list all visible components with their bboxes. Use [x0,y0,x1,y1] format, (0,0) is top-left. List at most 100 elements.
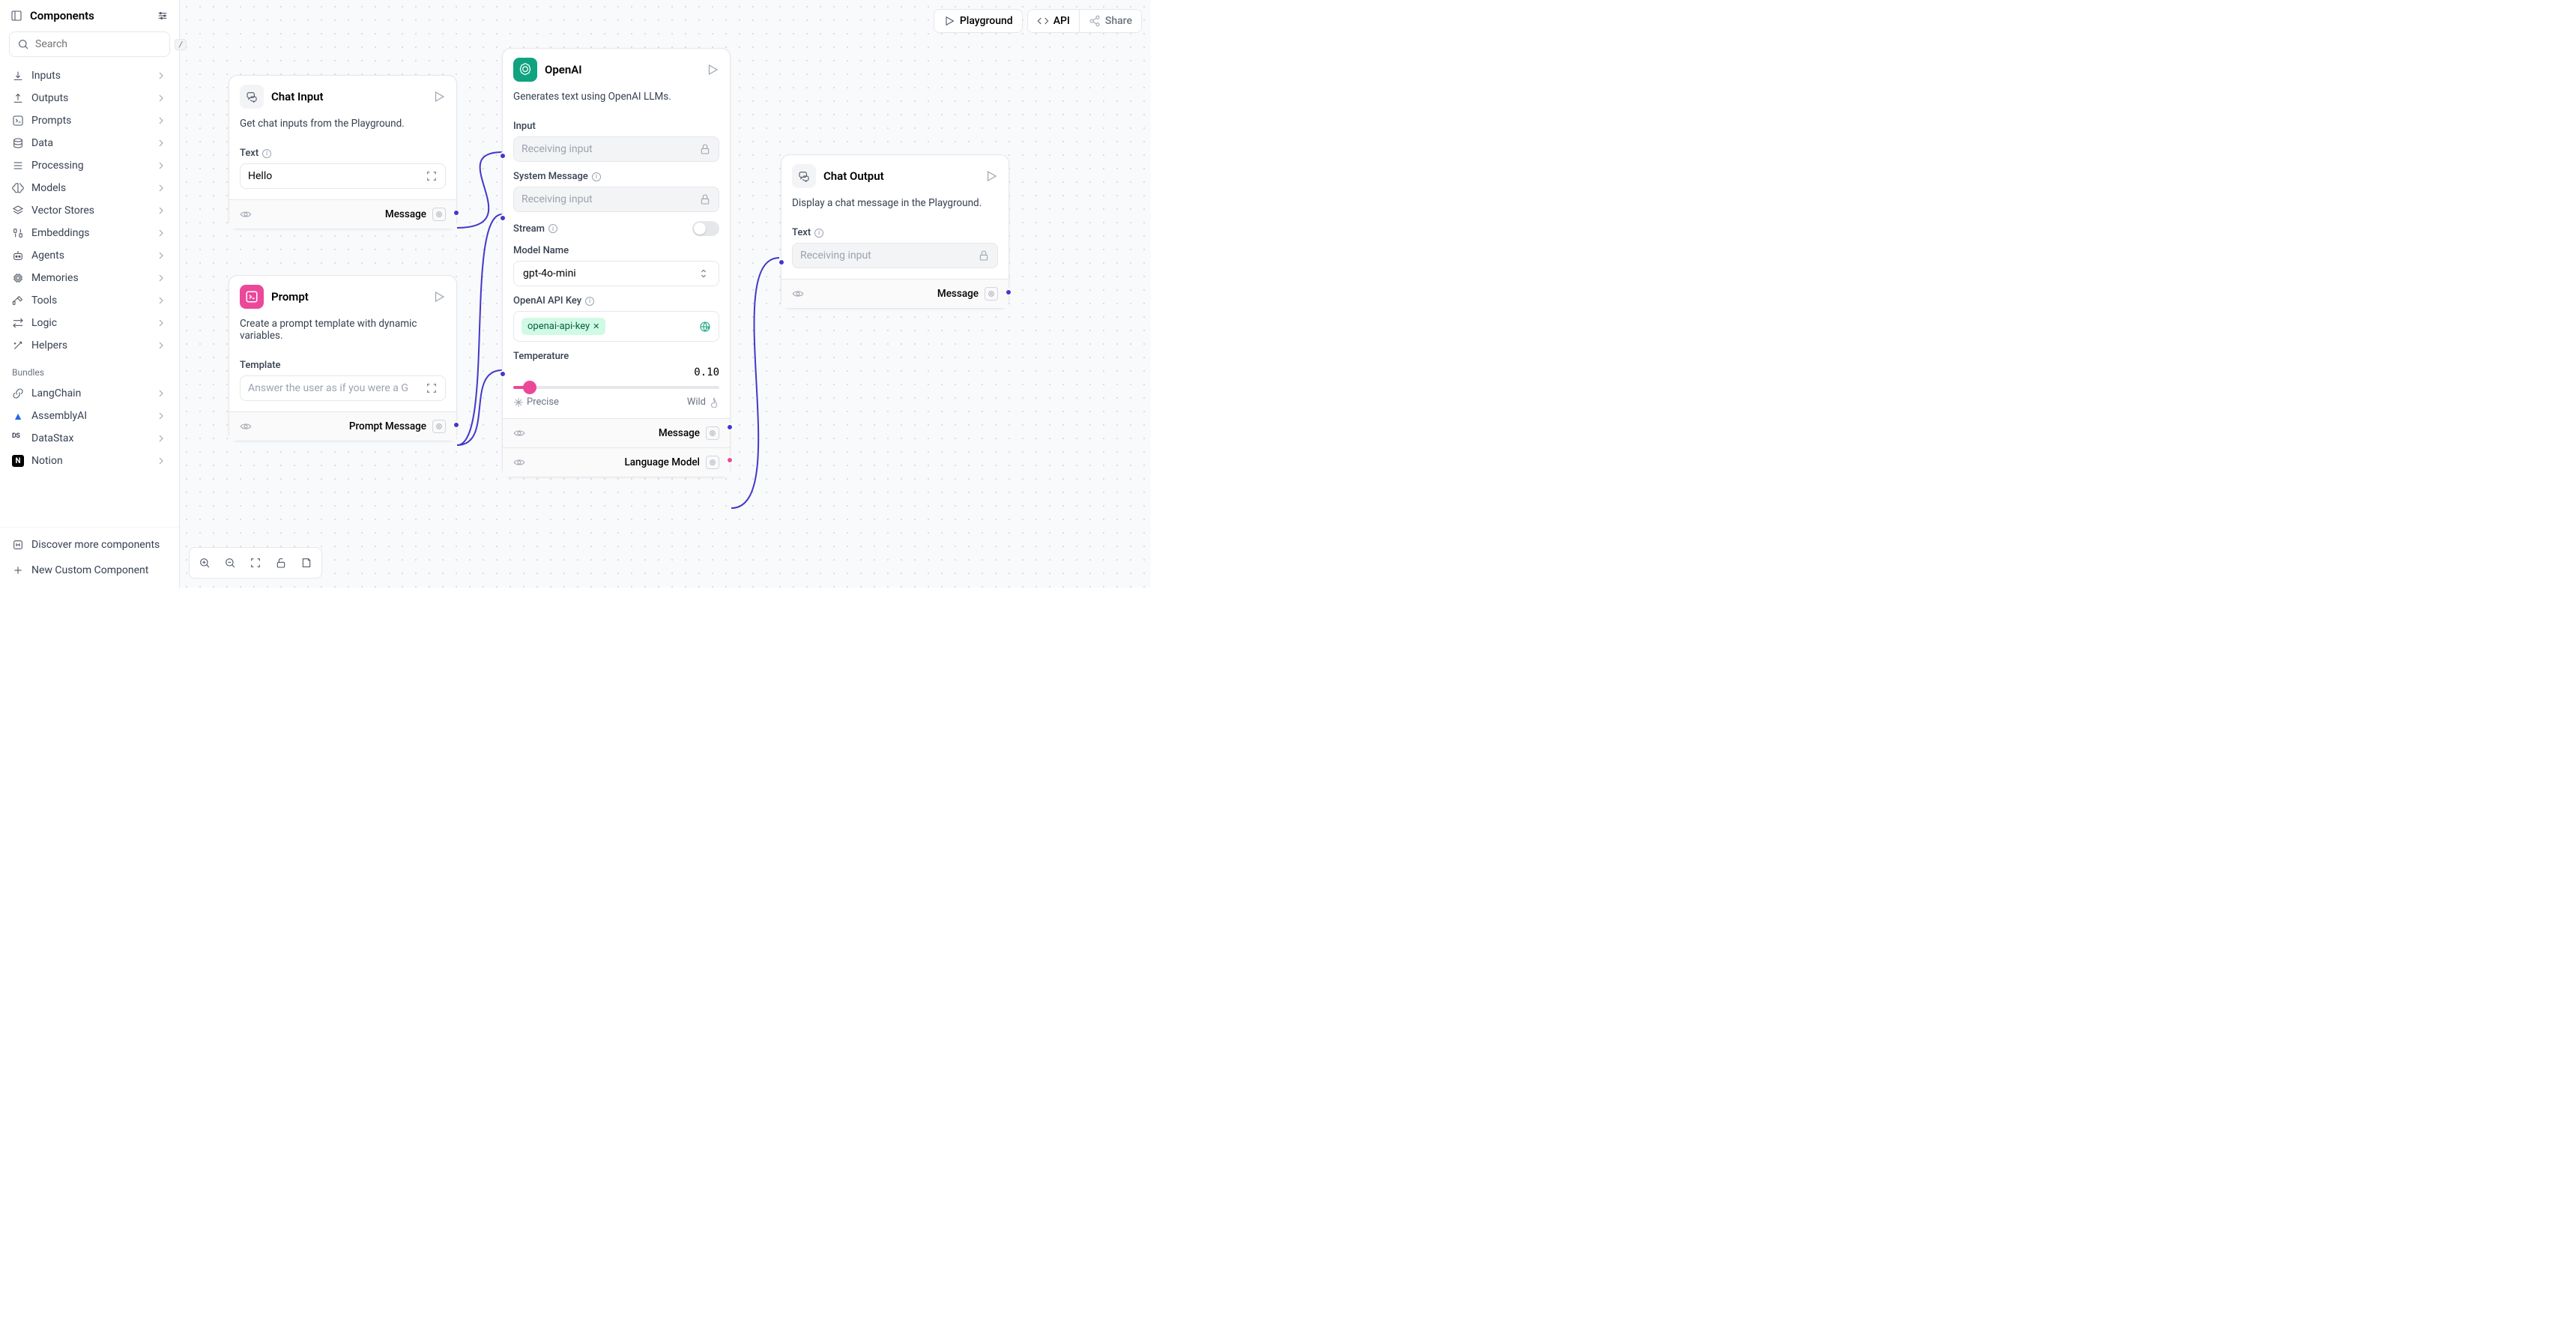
search-wrap: / [0,31,179,64]
sidebar-item-prompts[interactable]: Prompts [4,109,175,132]
sidebar-item-vector-stores[interactable]: Vector Stores [4,199,175,222]
output-label: Message [659,427,700,439]
info-icon[interactable]: i [585,297,594,306]
remove-tag-icon[interactable]: ✕ [593,322,599,331]
lock-button[interactable] [269,551,293,575]
sidebar-footer: Discover more components New Custom Comp… [0,527,179,588]
code-icon [1037,15,1049,27]
search-input[interactable]: / [9,31,170,57]
apikey-port[interactable] [499,370,507,378]
info-icon[interactable]: i [814,229,823,238]
sidebar-title: Components [10,9,94,22]
sliders-icon[interactable] [157,10,169,22]
share-label: Share [1105,15,1132,27]
search-field[interactable] [35,38,169,50]
stream-field: Streami [513,221,719,236]
info-icon[interactable]: i [592,172,601,181]
discover-more[interactable]: Discover more components [4,532,175,558]
expand-icon[interactable] [426,170,438,182]
output-type-icon [706,456,719,469]
sidebar-bundle-datastax[interactable]: DSDataStax [4,427,175,450]
template-field-label: Template [240,360,446,371]
output-port-msg[interactable] [726,423,734,431]
fit-view-button[interactable] [244,551,267,575]
stream-toggle[interactable] [692,221,719,236]
output-port[interactable] [1005,289,1012,296]
discover-label: Discover more components [31,539,160,551]
node-prompt[interactable]: Prompt Create a prompt template with dyn… [229,275,457,441]
sidebar-item-agents[interactable]: Agents [4,244,175,267]
eye-icon[interactable] [240,420,252,432]
slider-labels: Precise Wild [513,396,719,408]
eye-icon[interactable] [513,456,525,468]
output-label: Message [937,288,979,300]
sidebar-bundle-notion[interactable]: NNotion [4,450,175,472]
node-body: Template Answer the user as if you were … [229,360,456,411]
layers-icon [12,205,24,217]
sidebar-item-label: Processing [31,160,84,172]
sidebar-item-logic[interactable]: Logic [4,312,175,334]
globe-icon[interactable] [699,321,711,333]
output-label: Message [385,208,426,220]
node-output: Message [229,199,456,229]
info-icon[interactable]: i [262,149,271,158]
run-node-button[interactable] [985,169,998,183]
input-port[interactable] [499,152,507,160]
run-node-button[interactable] [432,90,446,103]
sidebar-item-processing[interactable]: Processing [4,154,175,177]
sidebar-item-inputs[interactable]: Inputs [4,64,175,87]
sidebar-item-helpers[interactable]: Helpers [4,334,175,357]
node-openai[interactable]: OpenAI Generates text using OpenAI LLMs.… [502,48,731,477]
temp-slider[interactable]: 0.10 Precise Wild [513,366,719,408]
expand-icon[interactable] [426,382,438,394]
share-button[interactable]: Share [1080,10,1141,32]
new-custom-component[interactable]: New Custom Component [4,558,175,583]
sidebar-item-memories[interactable]: Memories [4,267,175,289]
sidebar-item-tools[interactable]: Tools [4,289,175,312]
text-input[interactable]: Hello [240,163,446,189]
node-chat-input[interactable]: Chat Input Get chat inputs from the Play… [229,75,457,229]
nav-list: InputsOutputsPromptsData Processing Models… [0,64,179,527]
slider-track[interactable] [513,386,719,389]
sidebar-item-models[interactable]: Models [4,177,175,199]
node-title: Chat Input [271,90,425,103]
temp-field-label: Temperature [513,351,719,362]
apikey-tag[interactable]: openai-api-key✕ [521,318,605,335]
output-type-icon [432,420,446,433]
playground-button[interactable]: Playground [934,9,1023,33]
output-type-icon [432,208,446,221]
output-port[interactable] [453,209,460,217]
api-button[interactable]: API [1028,10,1080,32]
sidebar-item-label: Tools [31,295,57,307]
node-desc: Generates text using OpenAI LLMs. [503,91,730,112]
sysmsg-field-label: System Messagei [513,171,719,182]
output-port[interactable] [453,421,460,429]
sidebar-title-text: Components [30,9,94,22]
apikey-field[interactable]: openai-api-key✕ [513,311,719,342]
node-chat-output[interactable]: Chat Output Display a chat message in th… [781,154,1009,309]
input-port[interactable] [778,259,785,266]
output-port-lm[interactable] [726,456,734,464]
database-icon [12,137,24,149]
lock-icon [699,193,711,205]
note-button[interactable] [294,551,318,575]
zoom-out-button[interactable] [218,551,242,575]
slider-thumb[interactable] [523,381,536,394]
sidebar-item-embeddings[interactable]: Embeddings [4,222,175,244]
info-icon[interactable]: i [548,224,557,233]
sidebar-item-data[interactable]: Data [4,132,175,154]
sidebar-item-outputs[interactable]: Outputs [4,87,175,109]
model-select[interactable]: gpt-4o-mini [513,261,719,286]
template-input[interactable]: Answer the user as if you were a G [240,375,446,401]
eye-icon[interactable] [513,427,525,439]
run-node-button[interactable] [432,290,446,304]
sidebar-bundle-assemblyai[interactable]: ▲AssemblyAI [4,405,175,427]
sidebar-bundle-langchain[interactable]: LangChain [4,382,175,405]
eye-icon[interactable] [792,288,804,300]
apikey-field-label: OpenAI API Keyi [513,295,719,307]
zoom-in-button[interactable] [193,551,217,575]
sysmsg-port[interactable] [499,214,507,222]
canvas[interactable]: Playground API Share Chat Input Get [180,0,1151,588]
run-node-button[interactable] [706,63,719,76]
eye-icon[interactable] [240,208,252,220]
